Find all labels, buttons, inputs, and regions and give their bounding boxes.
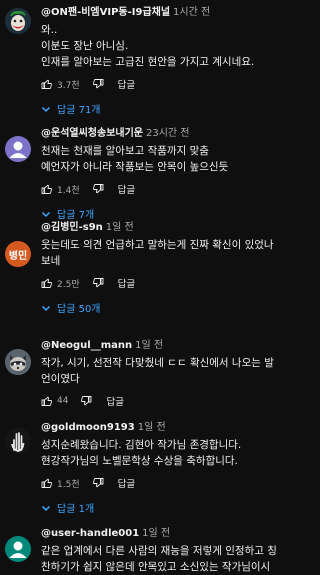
comment-author[interactable]: @운석열씨청송보내기운 (41, 128, 143, 139)
comment-time: 1일 전 (105, 222, 134, 233)
hand-gesture-avatar-icon (5, 428, 31, 454)
chevron-down-icon (41, 505, 51, 511)
thumbs-down-icon (92, 79, 104, 89)
avatar[interactable]: 병민 (5, 241, 31, 267)
chevron-down-icon (41, 106, 51, 112)
comment-line: 찬하기가 쉽지 않은데 안목있고 소신있는 작가님이시 (41, 561, 271, 573)
comment-text: 웃는데도 의견 언급하고 말하는게 진짜 확신이 있었나 보네 (41, 237, 294, 269)
like-count: 1.5천 (57, 479, 80, 490)
comment-actions: 44 답글 (41, 391, 294, 411)
comment-time: 1시간 전 (173, 7, 211, 18)
comment-line: 웃는데도 의견 언급하고 말하는게 진짜 확신이 있었나 (41, 239, 274, 251)
like-button[interactable] (41, 477, 53, 489)
comment-author[interactable]: @Neogul__mann (41, 340, 132, 351)
like-count: 44 (57, 396, 69, 406)
comment-author[interactable]: @goldmoon9193 (41, 422, 135, 433)
comment-line: 인재를 알아보는 고급진 현안을 가지고 계시네요. (41, 56, 255, 68)
dislike-button[interactable] (80, 395, 92, 407)
reply-button[interactable]: 답글 (118, 276, 135, 290)
dislike-button[interactable] (92, 183, 104, 195)
comment-line: 와.. (41, 24, 58, 36)
comment-time: 1일 전 (135, 340, 164, 351)
comment-meta: @운석열씨청송보내기운 23시간 전 (41, 127, 294, 140)
comment-meta: @user-handle001 1일 전 (41, 527, 294, 540)
comment-text: 와.. 이분도 장난 아니심. 인재를 알아보는 고급진 현안을 가지고 계시네… (41, 22, 294, 70)
like-button[interactable] (41, 277, 53, 289)
comment-line: 작가, 시기, 선전작 다맞췄네 ㄷㄷ 확신에서 나오는 발 (41, 357, 274, 369)
comment-meta: @goldmoon9193 1일 전 (41, 421, 294, 434)
comment-meta: @ON팬-비엠VIP동-I9급채널 1시간 전 (41, 6, 294, 19)
thumbs-down-icon (81, 396, 92, 406)
comment-line: 언이였다 (41, 373, 80, 385)
raccoon-avatar-icon (5, 349, 31, 375)
replies-count: 답글 7개 (57, 210, 95, 221)
comment-time: 1일 전 (142, 528, 171, 539)
comment-line: 보네 (41, 255, 61, 267)
reply-button[interactable]: 답글 (118, 182, 135, 196)
dislike-button[interactable] (92, 78, 104, 90)
reply-button[interactable]: 답글 (118, 476, 135, 490)
chevron-down-icon (41, 211, 51, 217)
comment-line: 같은 업계에서 다른 사람의 재능을 저렇게 인정하고 칭 (41, 545, 277, 557)
replies-count: 답글 1개 (57, 504, 95, 515)
comment-author[interactable]: @김병민-s9n (41, 222, 103, 233)
avatar[interactable] (5, 8, 31, 34)
thumbs-up-icon (41, 184, 52, 194)
view-replies-button[interactable]: 답글 71개 (35, 98, 107, 119)
chevron-down-icon (41, 305, 51, 311)
reply-button[interactable]: 답글 (106, 394, 123, 408)
comment-meta: @Neogul__mann 1일 전 (41, 339, 294, 352)
dislike-button[interactable] (92, 277, 104, 289)
like-count: 1.4천 (57, 185, 80, 196)
comment-line: 현강작가님의 노벨문학상 수상을 축하합니다. (41, 455, 238, 467)
thumbs-down-icon (92, 278, 104, 288)
thumbs-down-icon (92, 478, 104, 488)
thumbs-up-icon (41, 396, 52, 406)
avatar[interactable] (5, 428, 31, 454)
view-replies-button[interactable]: 답글 50개 (35, 297, 107, 318)
comment-text: 성지순례왔습니다. 김현아 작가님 존경합니다. 현강작가님의 노벨문학상 수상… (41, 437, 294, 469)
thumbs-down-icon (92, 184, 104, 194)
comment-time: 23시간 전 (146, 128, 190, 139)
thumbs-up-icon (41, 478, 52, 488)
comment-actions: 1.4천 답글 (41, 179, 294, 199)
comment-meta: @김병민-s9n 1일 전 (41, 221, 294, 234)
comment-line: 천재는 천재를 알아보고 작품까지 맞춤 (41, 145, 209, 157)
replies-count: 답글 50개 (57, 304, 101, 315)
comment-time: 1일 전 (137, 422, 166, 433)
dislike-button[interactable] (92, 477, 104, 489)
thumbs-up-icon (41, 278, 52, 288)
comment-author[interactable]: @user-handle001 (41, 528, 139, 539)
like-button[interactable] (41, 183, 53, 195)
like-count: 2.5만 (57, 279, 80, 290)
comment-actions: 2.5만 답글 (41, 273, 294, 293)
comment-line: 이분도 장난 아니심. (41, 40, 129, 52)
comment-line: 예언자가 아니라 작품보는 안목이 높으신듯 (41, 161, 229, 173)
avatar-initials: 병민 (8, 250, 28, 262)
default-user-icon (9, 541, 27, 558)
comment-author[interactable]: @ON팬-비엠VIP동-I9급채널 (41, 7, 170, 18)
like-button[interactable] (41, 78, 53, 90)
avatar[interactable] (5, 536, 31, 562)
replies-count: 답글 71개 (57, 105, 101, 116)
thumbs-up-icon (41, 79, 52, 89)
joker-avatar-icon (5, 8, 31, 34)
reply-button[interactable]: 답글 (118, 77, 135, 91)
avatar[interactable] (5, 136, 31, 162)
comment-line: 성지순례왔습니다. 김현아 작가님 존경합니다. (41, 439, 242, 451)
comment-actions: 3.7천 답글 (41, 74, 294, 94)
comment-actions: 1.5천 답글 (41, 473, 294, 493)
comment-text: 천재는 천재를 알아보고 작품까지 맞춤 예언자가 아니라 작품보는 안목이 높… (41, 143, 294, 175)
like-count: 3.7천 (57, 80, 80, 91)
avatar[interactable] (5, 349, 31, 375)
like-button[interactable] (41, 395, 53, 407)
comment-text: 같은 업계에서 다른 사람의 재능을 저렇게 인정하고 칭 찬하기가 쉽지 않은… (41, 543, 294, 575)
comment-text: 작가, 시기, 선전작 다맞췄네 ㄷㄷ 확신에서 나오는 발 언이였다 (41, 355, 294, 387)
view-replies-button[interactable]: 답글 1개 (35, 497, 100, 518)
default-user-icon (9, 141, 27, 158)
